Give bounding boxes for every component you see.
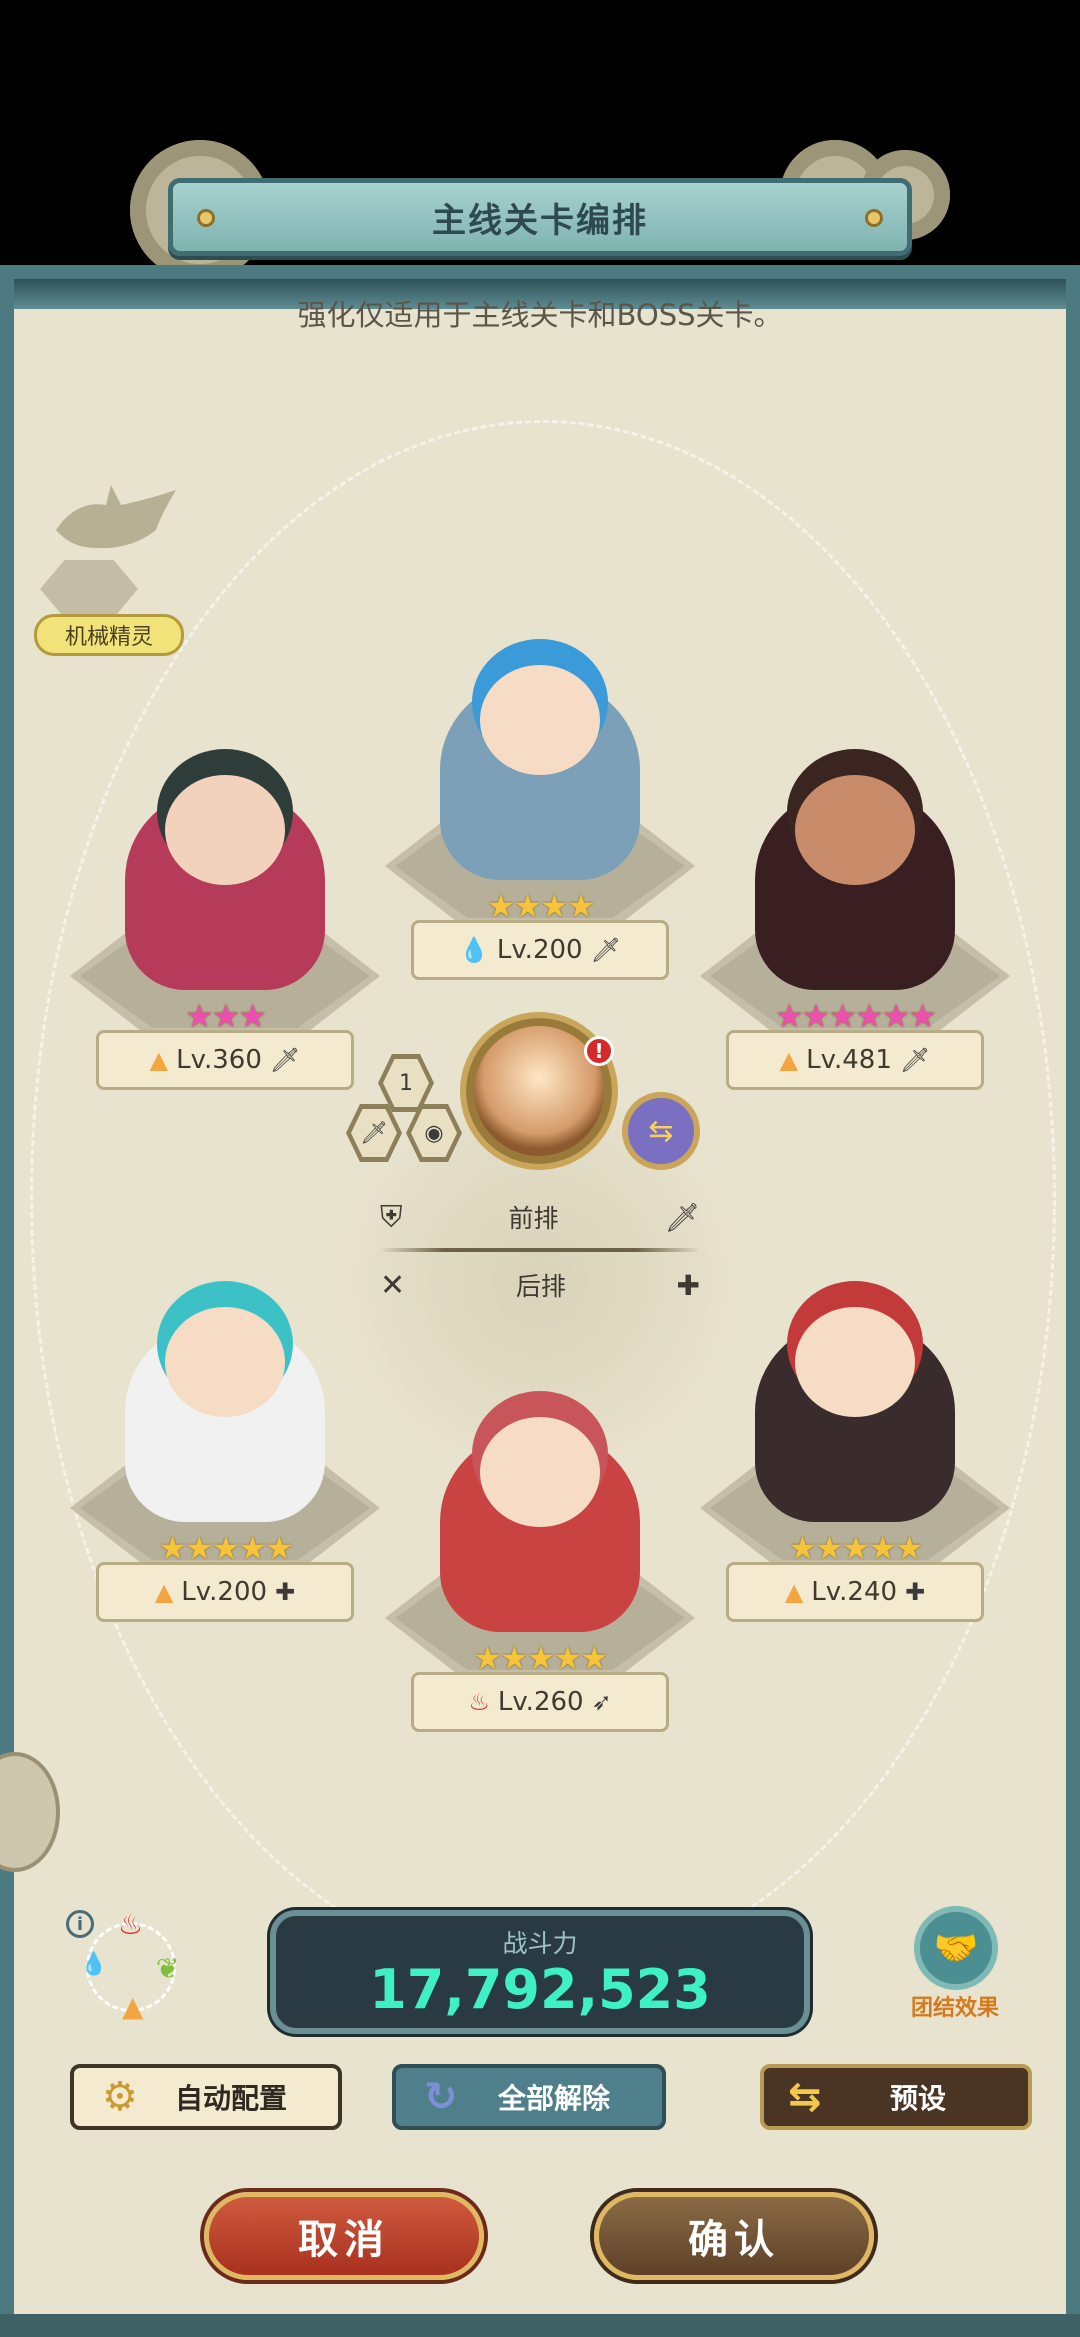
sword-icon: 🗡 <box>269 1046 301 1074</box>
plus-icon: ✚ <box>676 1268 700 1302</box>
clear-all-label: 全部解除 <box>497 2082 610 2115</box>
swap-arrows-icon: ⇆ <box>788 2074 822 2120</box>
notification-badge: ! <box>584 1036 614 1066</box>
bow-icon: ➶ <box>591 1688 612 1716</box>
plus-icon: ✚ <box>275 1578 296 1606</box>
hero-star-rating: ★★★★ <box>486 887 596 925</box>
hero-level-plate: ▲ Lv.200 ✚ <box>96 1562 354 1622</box>
handshake-icon: 🤝 <box>914 1906 998 1990</box>
swap-leader-button[interactable]: ⇆ <box>622 1092 700 1170</box>
banner-rivet-right <box>865 209 883 227</box>
hero-sprite-head <box>480 665 600 775</box>
hero-star-rating: ★★★★★ <box>788 1529 923 1567</box>
hero-sprite-head <box>165 775 285 885</box>
hero-sprite-head <box>165 1307 285 1417</box>
banner-rivet-left <box>197 209 215 227</box>
sword-icon: 🗡 <box>899 1046 931 1074</box>
hero-level: Lv.200 <box>181 1577 268 1607</box>
combat-power-value: 17,792,523 <box>369 1958 711 2021</box>
flame-element-icon: ♨ <box>118 1908 144 1941</box>
page-title: 主线关卡编排 <box>432 200 648 241</box>
synergy-effect-button[interactable]: 🤝 团结效果 <box>900 1906 1010 2021</box>
hero-sprite-head <box>795 1307 915 1417</box>
hero-level-plate: 💧 Lv.200 🗡 <box>411 920 669 980</box>
gear-icon: ⚙ <box>102 2074 138 2120</box>
sword-icon: 🗡 <box>351 1109 397 1157</box>
hero-sprite-head <box>795 775 915 885</box>
front-row-legend: ⛨ 前排 🗡 <box>380 1194 700 1240</box>
hero-level: Lv.260 <box>497 1687 584 1717</box>
clear-all-button[interactable]: ↻ 全部解除 <box>392 2064 666 2130</box>
preset-button[interactable]: ⇆ 预设 <box>760 2064 1032 2130</box>
crossed-blades-icon: ✕ <box>380 1267 406 1303</box>
hero-slot-back-left[interactable]: ★★★★★ ▲ Lv.200 ✚ <box>70 1302 380 1622</box>
combat-power-label: 战斗力 <box>502 1929 578 1958</box>
hero-level: Lv.481 <box>806 1045 892 1075</box>
hero-slot-front-center[interactable]: ★★★★ 💧 Lv.200 🗡 <box>385 660 695 980</box>
hero-level-plate: ▲ Lv.481 🗡 <box>726 1030 984 1090</box>
row-divider <box>380 1248 700 1252</box>
auto-assign-label: 自动配置 <box>174 2082 287 2115</box>
fire-icon: ▲ <box>784 1578 804 1606</box>
synergy-effect-label: 团结效果 <box>910 1996 999 2021</box>
hero-level-plate: ▲ Lv.240 ✚ <box>726 1562 984 1622</box>
hero-level: Lv.200 <box>496 935 583 965</box>
leader-rank: 1 <box>383 1059 429 1107</box>
hero-slot-front-right[interactable]: ★★★★★★ ▲ Lv.481 🗡 <box>700 770 1010 1090</box>
info-icon[interactable]: i <box>66 1910 94 1938</box>
front-row-label: 前排 <box>508 1204 559 1233</box>
fire-icon: ▲ <box>149 1046 169 1074</box>
plus-icon: ✚ <box>905 1578 926 1606</box>
swap-icon: ⇆ <box>648 1113 674 1149</box>
formation-screen: 主线关卡编排 强化仅适用于主线关卡和BOSS关卡。 机械精灵 ★★★ ▲ Lv.36… <box>0 0 1080 2337</box>
confirm-label: 确认 <box>688 2217 780 2263</box>
hero-sprite-head <box>480 1417 600 1527</box>
hero-star-rating: ★★★★★ <box>158 1529 293 1567</box>
preset-label: 预设 <box>889 2082 946 2115</box>
bottom-bar <box>0 2314 1080 2337</box>
mech-spirit-label[interactable]: 机械精灵 <box>34 614 184 656</box>
hero-level-plate: ▲ Lv.360 🗡 <box>96 1030 354 1090</box>
back-row-legend: ✕ 后排 ✚ <box>380 1262 700 1308</box>
page-subtitle: 强化仅适用于主线关卡和BOSS关卡。 <box>297 298 783 332</box>
hero-star-rating: ★★★★★ <box>473 1639 608 1677</box>
orb-icon: ◉ <box>411 1109 457 1157</box>
hero-slot-front-left[interactable]: ★★★ ▲ Lv.360 🗡 <box>70 770 380 1090</box>
back-row-label: 后排 <box>515 1272 566 1301</box>
confirm-button[interactable]: 确认 <box>594 2192 874 2280</box>
unlink-icon: ↻ <box>424 2074 458 2120</box>
water-element-icon: 💧 <box>80 1952 108 1977</box>
hero-level: Lv.240 <box>811 1577 898 1607</box>
sword-icon: 🗡 <box>664 1200 700 1234</box>
cancel-button[interactable]: 取消 <box>204 2192 484 2280</box>
fire-icon: ▲ <box>779 1046 799 1074</box>
auto-assign-button[interactable]: ⚙ 自动配置 <box>70 2064 342 2130</box>
wind-element-icon: ❦ <box>156 1952 180 1985</box>
flame-icon: ♨ <box>468 1688 490 1716</box>
water-icon: 💧 <box>458 936 489 964</box>
sword-icon: 🗡 <box>590 936 622 964</box>
earth-element-icon: ▲ <box>122 1990 144 2023</box>
hero-level: Lv.360 <box>176 1045 262 1075</box>
fire-icon: ▲ <box>154 1578 174 1606</box>
mech-spirit-icon[interactable] <box>36 470 186 560</box>
cancel-label: 取消 <box>298 2217 390 2263</box>
hero-slot-back-right[interactable]: ★★★★★ ▲ Lv.240 ✚ <box>700 1302 1010 1622</box>
hero-slot-back-center[interactable]: ★★★★★ ♨ Lv.260 ➶ <box>385 1412 695 1732</box>
hero-level-plate: ♨ Lv.260 ➶ <box>411 1672 669 1732</box>
title-banner: 主线关卡编排 <box>168 178 912 256</box>
hero-star-rating: ★★★★★★ <box>774 997 937 1035</box>
shield-icon: ⛨ <box>380 1199 403 1235</box>
hero-star-rating: ★★★ <box>184 997 267 1035</box>
combat-power-panel: 战斗力 17,792,523 <box>270 1910 810 2034</box>
